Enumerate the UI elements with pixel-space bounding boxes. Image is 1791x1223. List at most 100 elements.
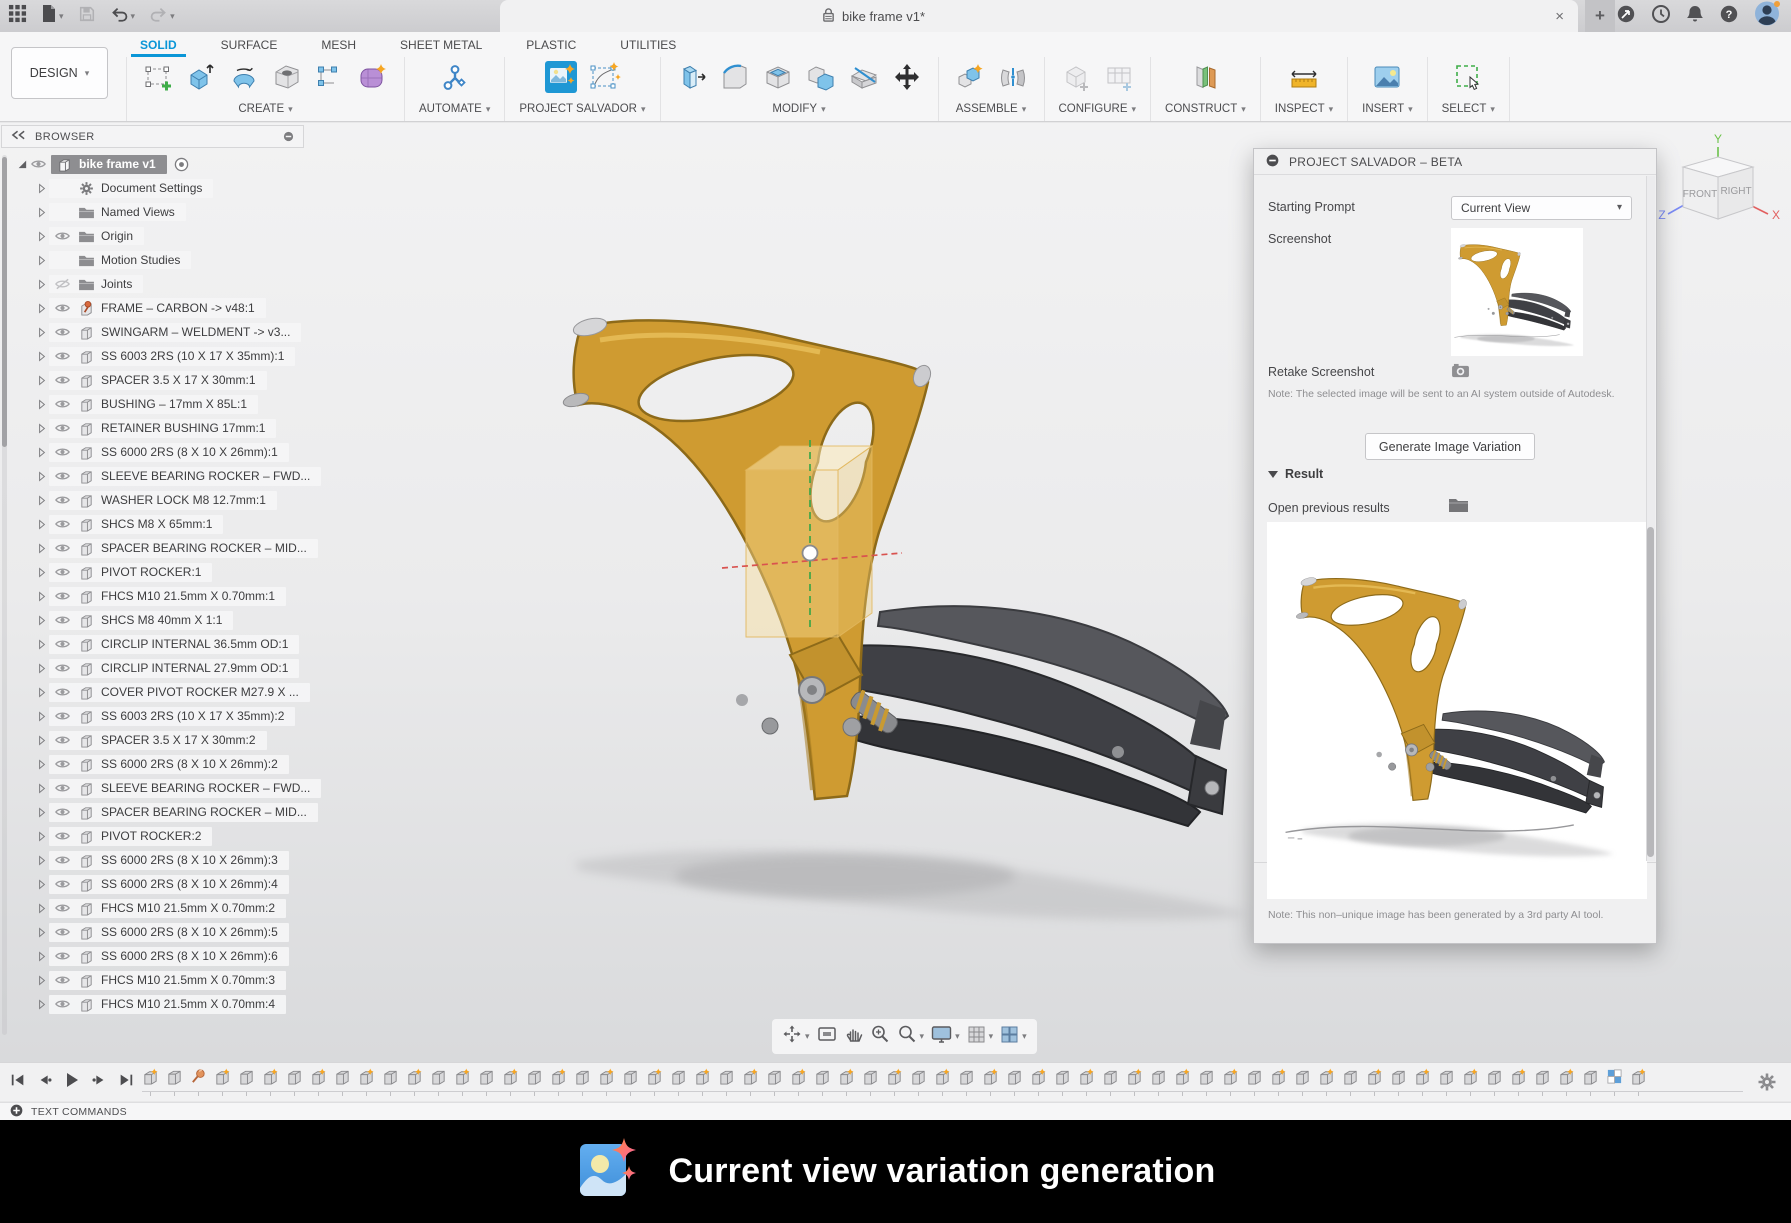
eye-icon[interactable] [53,422,72,434]
timeline-feature-sparkle[interactable] [598,1068,615,1098]
timeline-feature-plain[interactable] [1486,1068,1503,1098]
browser-tree-row[interactable]: SPACER BEARING ROCKER – MID... [0,800,304,824]
timeline-feature-plain[interactable] [1246,1068,1263,1098]
timeline-feature-sparkle[interactable] [790,1068,807,1098]
automate-tool-button[interactable] [438,62,472,96]
text-commands-toggle-icon[interactable] [10,1104,23,1120]
eye-icon[interactable] [53,518,72,530]
expander-icon[interactable] [34,303,49,314]
browser-tree-row[interactable]: Motion Studies [0,248,304,272]
ribbon-tab-plastic[interactable]: PLASTIC [512,32,590,57]
eye-icon[interactable] [53,662,72,674]
notifications-icon[interactable] [1686,4,1704,29]
group-label-automate[interactable]: AUTOMATE▾ [419,100,490,118]
timeline-feature-sparkle[interactable] [982,1068,999,1098]
document-tab[interactable]: bike frame v1* × [500,0,1578,32]
timeline-feature-plain[interactable] [1054,1068,1071,1098]
root-expander-icon[interactable] [14,159,29,169]
eye-icon[interactable] [53,710,72,722]
eye-icon[interactable] [53,446,72,458]
timeline-feature-plain[interactable] [286,1068,303,1098]
eye-icon[interactable] [53,302,72,314]
configure-part-tool-button[interactable] [1059,62,1093,96]
browser-tree-row[interactable]: SLEEVE BEARING ROCKER – FWD... [0,464,304,488]
expander-icon[interactable] [34,447,49,458]
camera-icon[interactable] [1451,363,1470,383]
timeline-feature-sparkle[interactable] [1558,1068,1575,1098]
expander-icon[interactable] [34,231,49,242]
eye-icon[interactable] [53,950,72,962]
orbit-button[interactable]: ▾ [782,1024,810,1049]
eye-icon[interactable] [53,902,72,914]
skip-end-button[interactable] [118,1073,134,1087]
browser-tree-row[interactable]: FRAME – CARBON -> v48:1 [0,296,304,320]
expander-icon[interactable] [34,519,49,530]
group-label-insert[interactable]: INSERT▾ [1362,100,1413,118]
tab-close-icon[interactable]: × [1555,0,1564,32]
split-tool-button[interactable] [847,62,881,96]
timeline-feature-plain[interactable] [622,1068,639,1098]
new-tab-button[interactable]: + [1585,0,1615,32]
browser-tree-row[interactable]: CIRCLIP INTERNAL 36.5mm OD:1 [0,632,304,656]
fit-button[interactable]: ▾ [897,1024,925,1049]
expander-icon[interactable] [34,543,49,554]
look-at-button[interactable] [817,1025,837,1048]
browser-tree-row[interactable]: WASHER LOCK M8 12.7mm:1 [0,488,304,512]
expander-icon[interactable] [34,879,49,890]
timeline-feature-sparkle[interactable] [1318,1068,1335,1098]
app-grid-button[interactable] [8,4,27,28]
timeline-feature-plain[interactable] [814,1068,831,1098]
timeline-feature-plain[interactable] [526,1068,543,1098]
expander-icon[interactable] [34,951,49,962]
new-component-tool-button[interactable] [953,62,987,96]
timeline-feature-plain[interactable] [574,1068,591,1098]
eye-icon[interactable] [53,926,72,938]
expander-icon[interactable] [34,831,49,842]
generated-result-image[interactable] [1267,522,1647,899]
timeline-feature-sparkle[interactable] [406,1068,423,1098]
timeline-feature-pin[interactable] [190,1068,207,1098]
timeline-feature-plain[interactable] [1582,1068,1599,1098]
timeline-feature-sparkle[interactable] [1414,1068,1431,1098]
eye-icon[interactable] [53,998,72,1010]
browser-tree-row[interactable]: FHCS M10 21.5mm X 0.70mm:2 [0,896,304,920]
timeline-feature-plain[interactable] [1102,1068,1119,1098]
expander-icon[interactable] [34,567,49,578]
insert-image-tool-button[interactable] [1370,62,1404,96]
timeline-feature-sparkle[interactable] [1366,1068,1383,1098]
browser-tree-row[interactable]: SWINGARM – WELDMENT -> v3... [0,320,304,344]
timeline-feature-plain[interactable] [238,1068,255,1098]
timeline-feature-checker[interactable] [1606,1068,1623,1098]
zoom-button[interactable] [870,1024,890,1049]
ribbon-tab-sheet-metal[interactable]: SHEET METAL [386,32,496,57]
job-status-icon[interactable] [1651,4,1671,29]
display-settings-dot-icon[interactable] [283,131,294,142]
activate-component-radio[interactable] [174,157,189,172]
timeline-feature-plain[interactable] [1342,1068,1359,1098]
timeline-feature-plain[interactable] [958,1068,975,1098]
browser-tree-row[interactable]: SS 6000 2RS (8 X 10 X 26mm):4 [0,872,304,896]
timeline-feature-sparkle[interactable] [142,1068,159,1098]
timeline-feature-plain[interactable] [1294,1068,1311,1098]
timeline-feature-plain[interactable] [910,1068,927,1098]
eye-icon[interactable] [53,494,72,506]
eye-icon[interactable] [53,590,72,602]
eye-icon[interactable] [53,782,72,794]
expander-icon[interactable] [34,663,49,674]
grid-settings-button[interactable]: ▾ [967,1025,994,1049]
eye-icon[interactable] [53,350,72,362]
browser-tree-row[interactable]: CIRCLIP INTERNAL 27.9mm OD:1 [0,656,304,680]
eye-icon[interactable] [53,326,72,338]
timeline-feature-sparkle[interactable] [1030,1068,1047,1098]
expander-icon[interactable] [34,471,49,482]
expander-icon[interactable] [34,255,49,266]
redo-button[interactable]: ▾ [149,5,175,28]
ribbon-tab-utilities[interactable]: UTILITIES [606,32,690,57]
press-pull-tool-button[interactable] [675,62,709,96]
browser-root-row[interactable]: bike frame v1 [0,152,304,176]
timeline-feature-sparkle[interactable] [214,1068,231,1098]
form-tool-button[interactable] [356,62,390,96]
hole-tool-button[interactable] [270,62,304,96]
move-tool-button[interactable] [890,62,924,96]
configure-table-tool-button[interactable] [1102,62,1136,96]
